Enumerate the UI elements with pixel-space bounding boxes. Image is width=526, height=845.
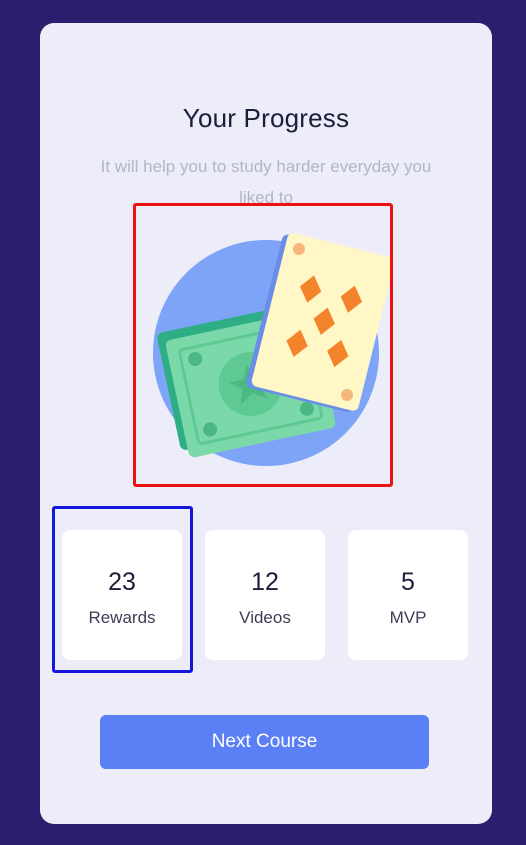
page-title: Your Progress xyxy=(182,103,350,133)
stat-value: 5 xyxy=(401,568,415,596)
next-course-button[interactable]: Next Course xyxy=(100,715,429,769)
illustration-frame xyxy=(133,203,393,487)
stat-card-mvp: 5 MVP xyxy=(348,530,468,660)
cash-and-card-illustration xyxy=(153,233,390,466)
stat-card-videos: 12 Videos xyxy=(205,530,325,660)
stat-label: MVP xyxy=(389,608,427,627)
stat-value: 12 xyxy=(251,568,279,596)
selection-highlight xyxy=(52,506,193,673)
stat-label: Videos xyxy=(239,608,291,627)
